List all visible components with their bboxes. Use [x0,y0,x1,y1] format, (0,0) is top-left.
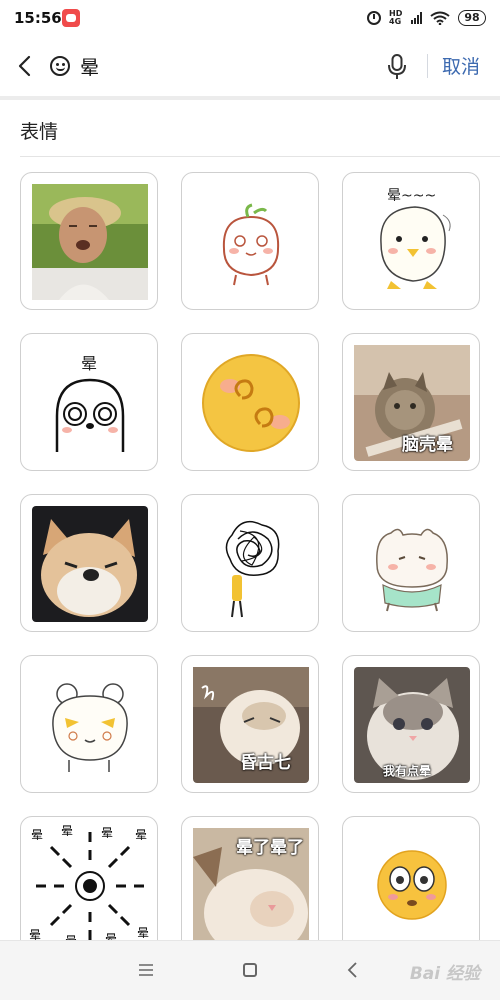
sticker-image [32,506,148,622]
svg-text:晕: 晕 [137,926,149,940]
sticker-item[interactable] [342,816,480,954]
section-title: 表情 [20,121,59,143]
menu-icon[interactable] [138,964,154,976]
sticker-caption: 脑壳晕 [402,435,453,455]
svg-text:晕: 晕 [61,824,73,838]
sticker-item[interactable] [181,172,319,310]
sticker-image [52,683,128,772]
clock: 15:56 [14,9,62,27]
app-notification-icon [62,9,80,27]
sticker-image [376,528,448,612]
sticker-item[interactable] [20,172,158,310]
sticker-item[interactable]: 脑壳晕 [342,333,480,471]
alarm-icon [367,11,381,25]
back-nav-icon[interactable] [346,961,360,979]
network-type: HD 4G [389,9,403,26]
sticker-item[interactable] [342,494,480,632]
sticker-item[interactable]: 晕~~~ [342,172,480,310]
sticker-caption: 晕 [81,354,98,373]
sticker-item[interactable] [20,494,158,632]
separator [0,96,500,100]
sticker-item[interactable] [181,494,319,632]
navigation-bar: Bai 经验 [0,940,500,1000]
wifi-icon [430,11,450,25]
sticker-image [225,520,280,618]
battery-level: 98 [458,10,486,26]
svg-text:晕: 晕 [31,828,43,842]
sticker-caption: 晕~~~ [387,188,437,204]
sticker-item[interactable]: 晕了晕了 [181,816,319,954]
svg-text:晕: 晕 [101,826,113,840]
watermark: Bai 经验 [409,964,480,984]
sticker-image [202,354,300,452]
sticker-caption: 我有点晕 [383,764,432,778]
home-icon[interactable] [243,963,257,977]
sticker-image: 晕晕晕晕 晕晕晕晕 [29,824,149,948]
sticker-image [32,184,148,300]
status-bar: 15:56 HD 4G 98 [0,0,500,36]
sticker-item[interactable] [20,655,158,793]
sticker-item[interactable]: 晕晕晕晕 晕晕晕晕 [20,816,158,954]
sticker-item[interactable] [181,333,319,471]
divider [20,156,500,157]
sticker-item[interactable]: 昏古七 [181,655,319,793]
status-icons: HD 4G 98 [367,7,486,29]
search-input[interactable] [78,50,362,82]
svg-text:晕: 晕 [135,828,147,842]
search-bar: 取消 [0,36,500,96]
sticker-item[interactable]: 晕 [20,333,158,471]
microphone-icon[interactable] [386,53,408,81]
cancel-button[interactable]: 取消 [442,52,480,79]
signal-icon [411,12,422,24]
sticker-image [222,203,280,286]
sticker-caption: 昏古七 [240,753,291,773]
sticker-item[interactable]: 我有点晕 [342,655,480,793]
divider [427,54,428,78]
sticker-caption: 晕了晕了 [236,838,304,858]
emoji-icon[interactable] [50,56,70,76]
back-arrow-icon[interactable] [14,54,36,78]
sticker-image [377,850,447,920]
